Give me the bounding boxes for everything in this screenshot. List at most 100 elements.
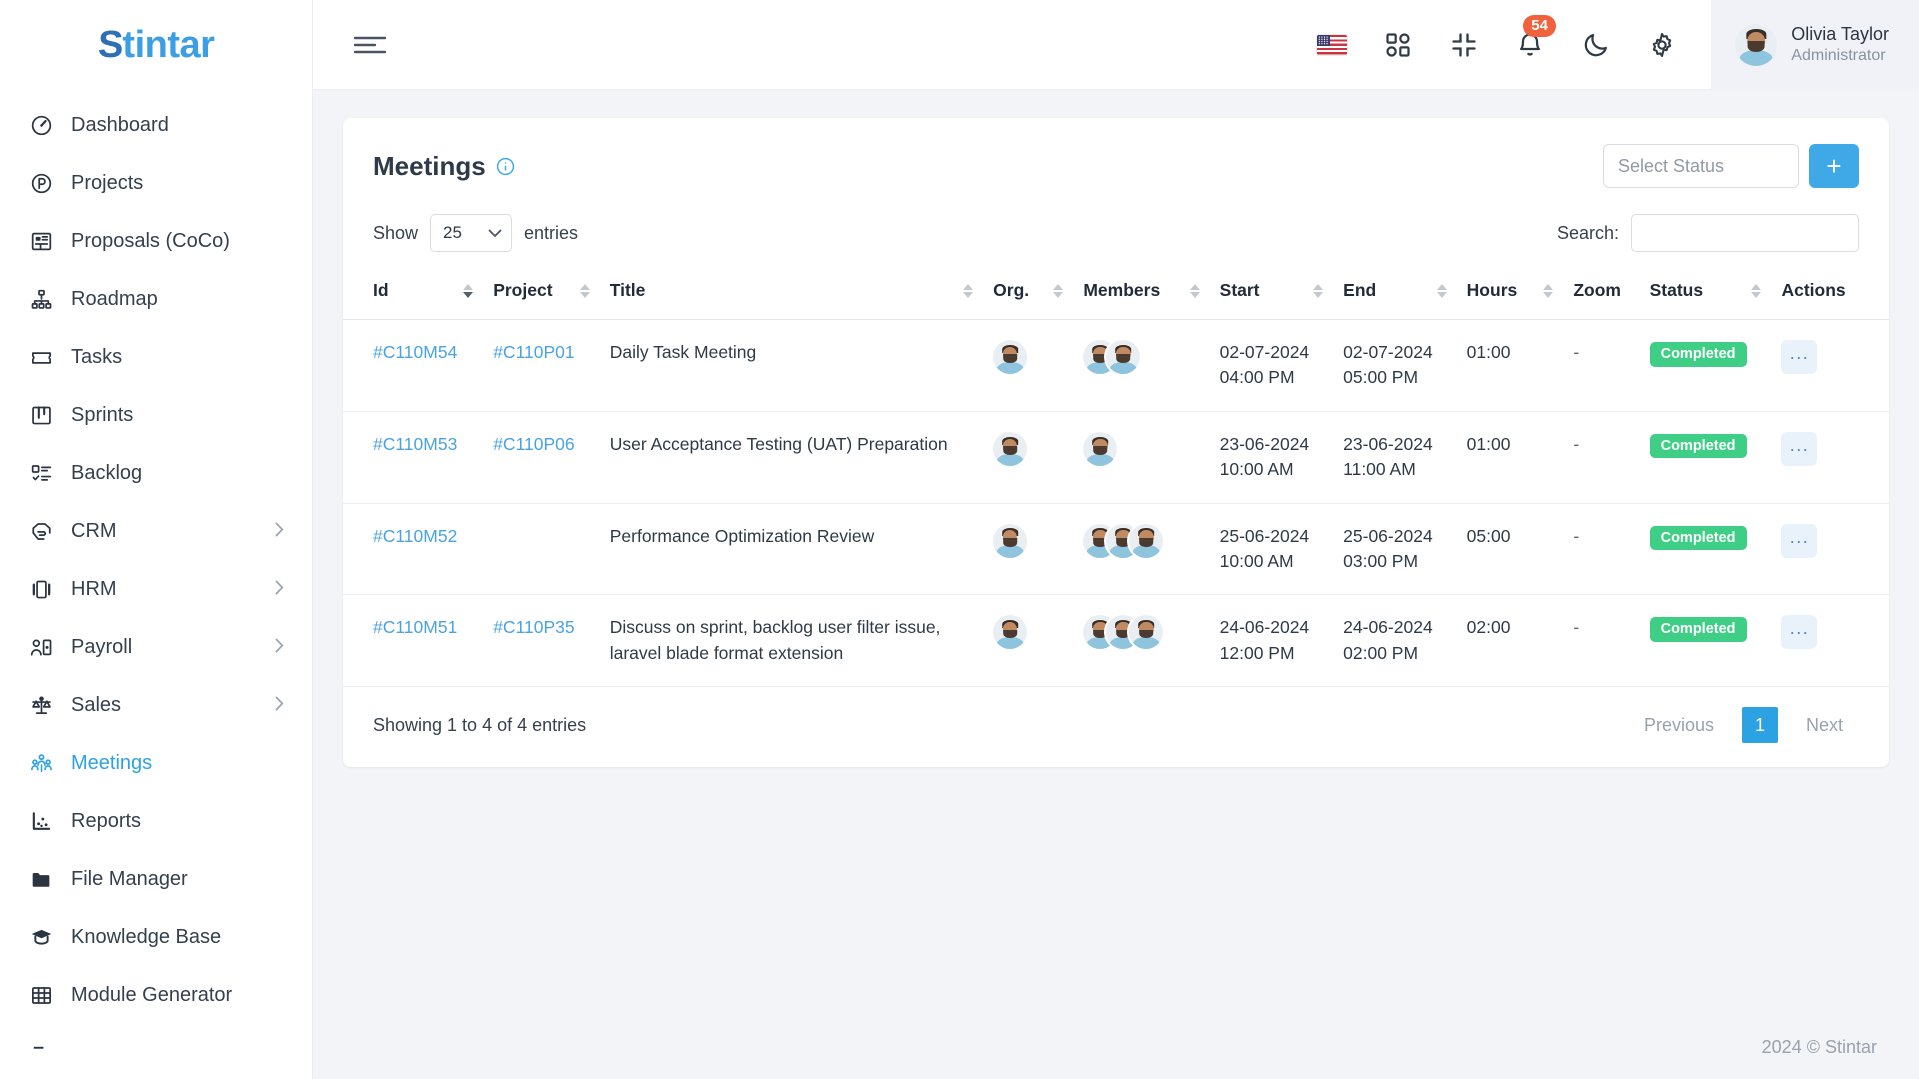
sidebar-item-label: Reports <box>71 809 142 832</box>
sidebar-item-label: File Manager <box>71 867 188 890</box>
column-header-end[interactable]: End <box>1333 266 1457 320</box>
sort-toggle-icon[interactable] <box>963 283 974 298</box>
column-header-id[interactable]: Id <box>343 266 484 320</box>
column-header-members[interactable]: Members <box>1073 266 1210 320</box>
sidebar-item-module-generator[interactable]: Module Generator <box>0 966 312 1024</box>
sidebar-item-hrm[interactable]: HRM <box>0 560 312 618</box>
column-header-zoom: Zoom <box>1563 266 1640 320</box>
moon-icon[interactable] <box>1581 30 1611 60</box>
pagination-previous[interactable]: Previous <box>1628 707 1730 743</box>
status-badge: Completed <box>1649 525 1747 550</box>
meeting-id-link[interactable]: #C110M51 <box>373 617 457 637</box>
brand-logo[interactable]: Stintar <box>0 0 312 90</box>
sort-toggle-icon[interactable] <box>1189 283 1200 298</box>
cell-title: User Acceptance Testing (UAT) Preparatio… <box>599 411 984 504</box>
sort-toggle-icon[interactable] <box>1543 283 1554 298</box>
cell-end: 25-06-2024 03:00 PM <box>1333 503 1457 596</box>
sort-toggle-icon[interactable] <box>1436 283 1447 298</box>
search-input[interactable] <box>1631 214 1859 252</box>
sidebar-item-label: Knowledge Base <box>71 925 222 948</box>
sort-toggle-icon[interactable] <box>463 283 474 298</box>
compress-icon[interactable] <box>1449 30 1479 60</box>
column-header-hours[interactable]: Hours <box>1456 266 1564 320</box>
cell-project: #C110P01 <box>483 319 600 412</box>
pagination-page-1[interactable]: 1 <box>1741 707 1778 743</box>
project-id-link[interactable]: #C110P35 <box>493 617 574 637</box>
cell-start: 02-07-2024 04:00 PM <box>1209 319 1334 412</box>
sidebar-item-proposals-coco[interactable]: Proposals (CoCo) <box>0 212 312 270</box>
avatar <box>993 523 1028 558</box>
meeting-id-link[interactable]: #C110M53 <box>373 434 457 454</box>
people-group-icon <box>28 750 54 776</box>
project-id-link[interactable]: #C110P06 <box>493 434 574 454</box>
sidebar-item-payroll[interactable]: Payroll <box>0 618 312 676</box>
column-header-org[interactable]: Org. <box>983 266 1074 320</box>
table-head: Id Project Title Org. Members Start End Hours Zo… <box>343 266 1889 320</box>
user-profile-menu[interactable]: Olivia Taylor Administrator <box>1711 0 1919 90</box>
meeting-id-link[interactable]: #C110M52 <box>373 526 457 546</box>
sidebar: Stintar Dashboard Projects Proposals (CoCo… <box>0 0 313 1079</box>
hamburger-icon[interactable] <box>353 32 387 58</box>
sidebar-item-crm[interactable]: CRM <box>0 502 312 560</box>
sidebar-item-sprints[interactable]: Sprints <box>0 386 312 444</box>
column-header-project[interactable]: Project <box>483 266 600 320</box>
sidebar-item-sales[interactable]: Sales <box>0 676 312 734</box>
page-content: Meetings Select Status + Show 25 entries… <box>313 90 1919 1015</box>
cell-org <box>983 594 1074 687</box>
pagination-next[interactable]: Next <box>1790 707 1859 743</box>
sidebar-item-reports[interactable]: Reports <box>0 792 312 850</box>
notification-badge: 54 <box>1523 14 1556 37</box>
us-flag-icon[interactable] <box>1317 30 1348 60</box>
cell-status: Completed <box>1639 319 1772 412</box>
sort-toggle-icon[interactable] <box>1751 283 1762 298</box>
cell-hours: 01:00 <box>1456 411 1564 504</box>
sort-toggle-icon[interactable] <box>1053 283 1064 298</box>
sidebar-item-dashboard[interactable]: Dashboard <box>0 96 312 154</box>
sidebar-item-tasks[interactable]: Tasks <box>0 328 312 386</box>
sidebar-item-partial-inner[interactable] <box>0 1024 312 1052</box>
page-length-select[interactable]: 25 <box>430 214 513 252</box>
info-circle-icon[interactable] <box>496 157 515 176</box>
topbar-icons: 54 <box>1317 14 1711 60</box>
sort-toggle-icon[interactable] <box>579 283 590 298</box>
status-filter-select[interactable]: Select Status <box>1603 144 1799 188</box>
search-label: Search: <box>1556 222 1619 243</box>
add-meeting-button[interactable]: + <box>1809 144 1859 188</box>
row-actions-button[interactable]: ... <box>1781 523 1818 558</box>
brand-initial: S <box>96 23 124 66</box>
column-header-label: Status <box>1649 280 1704 300</box>
start-time: 12:00 PM <box>1219 642 1295 663</box>
cell-org <box>983 411 1074 504</box>
sidebar-item-meetings[interactable]: Meetings <box>0 734 312 792</box>
sidebar-item-label: HRM <box>71 577 117 600</box>
sort-toggle-icon[interactable] <box>1313 283 1324 298</box>
sidebar-item-knowledge-base[interactable]: Knowledge Base <box>0 908 312 966</box>
cell-zoom: - <box>1563 411 1640 504</box>
sidebar-item-projects[interactable]: Projects <box>0 154 312 212</box>
column-header-start[interactable]: Start <box>1209 266 1334 320</box>
row-actions-button[interactable]: ... <box>1781 431 1818 466</box>
apps-grid-icon[interactable] <box>1383 30 1413 60</box>
sidebar-item-backlog[interactable]: Backlog <box>0 444 312 502</box>
table-row: #C110M52 Performance Optimization Review 2… <box>343 503 1889 596</box>
sidebar-item-file-manager[interactable]: File Manager <box>0 850 312 908</box>
project-id-link[interactable]: #C110P01 <box>493 342 574 362</box>
column-header-label: Actions <box>1781 280 1846 300</box>
cell-org <box>983 503 1074 596</box>
page-length-value: 25 <box>443 223 462 242</box>
row-actions-button[interactable]: ... <box>1781 615 1818 650</box>
sidebar-item-partial[interactable] <box>0 1024 312 1052</box>
column-header-title[interactable]: Title <box>599 266 984 320</box>
hours-value: 01:00 <box>1466 433 1511 454</box>
column-header-status[interactable]: Status <box>1639 266 1772 320</box>
row-actions-button[interactable]: ... <box>1781 340 1818 374</box>
meeting-title: Performance Optimization Review <box>609 525 875 546</box>
cell-org <box>983 319 1074 412</box>
meeting-id-link[interactable]: #C110M54 <box>373 342 457 362</box>
cell-actions: ... <box>1771 594 1889 687</box>
gear-icon[interactable] <box>1647 30 1677 60</box>
sidebar-item-roadmap[interactable]: Roadmap <box>0 270 312 328</box>
end-time: 03:00 PM <box>1343 550 1419 571</box>
ticket-icon <box>28 344 54 370</box>
bell-icon[interactable]: 54 <box>1515 14 1556 60</box>
